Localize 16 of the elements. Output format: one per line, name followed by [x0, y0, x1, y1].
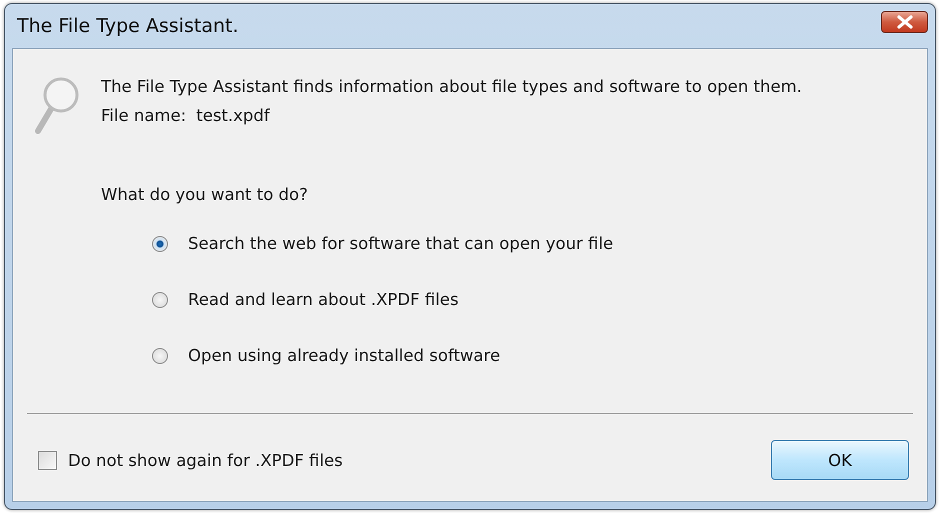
question-text: What do you want to do? [101, 185, 309, 204]
option-label[interactable]: Open using already installed software [188, 346, 500, 365]
file-name-label: File name: [101, 106, 186, 125]
checkbox[interactable] [38, 450, 57, 470]
option-label[interactable]: Read and learn about .XPDF files [188, 290, 459, 309]
file-name-value: test.xpdf [196, 106, 270, 125]
radio-button[interactable] [152, 348, 168, 364]
description-text: The File Type Assistant finds information about file types and software to open them. [101, 77, 802, 96]
ok-button[interactable]: OK [771, 440, 909, 480]
close-button[interactable] [881, 11, 928, 33]
radio-button[interactable] [152, 236, 168, 252]
window-title: The File Type Assistant. [16, 15, 238, 37]
close-icon [896, 15, 914, 29]
radio-button[interactable] [152, 292, 168, 308]
option-label[interactable]: Search the web for software that can open your file [188, 234, 614, 253]
checkbox-label[interactable]: Do not show again for .XPDF files [68, 450, 343, 470]
